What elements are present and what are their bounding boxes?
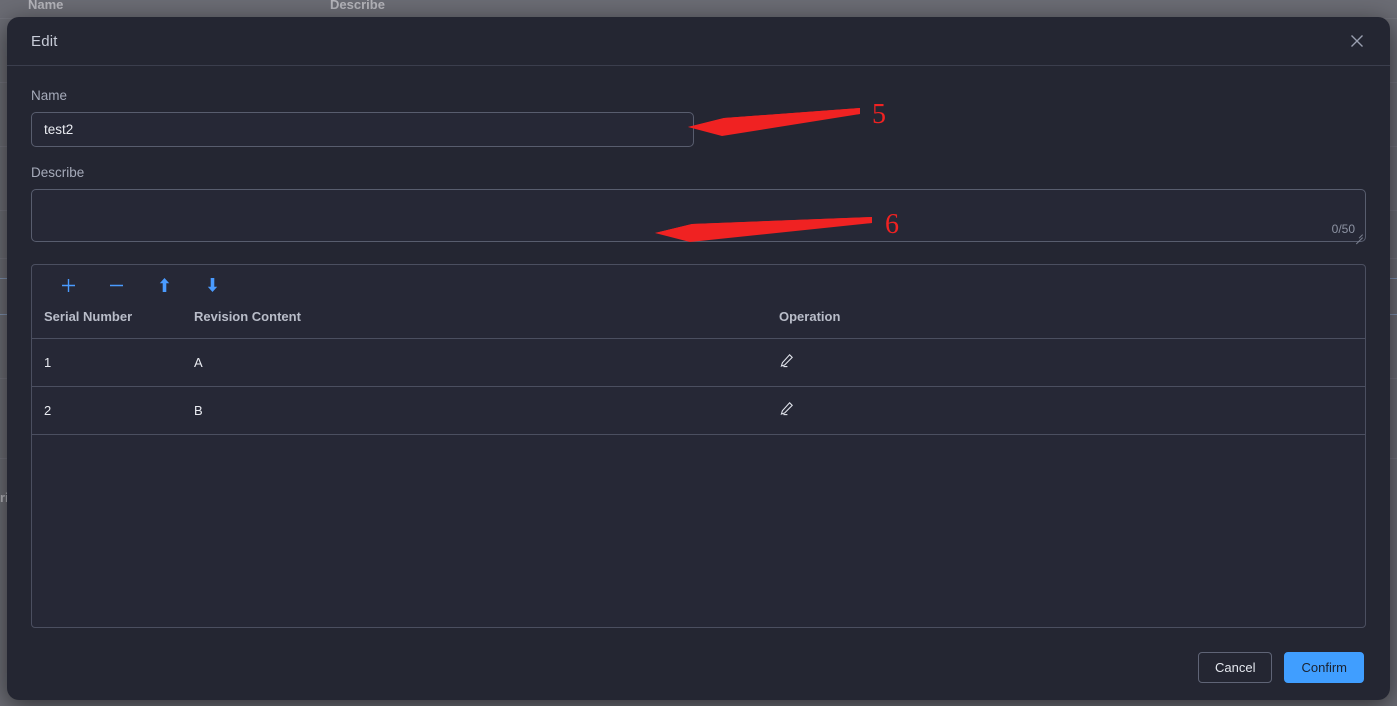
revision-table-panel: Serial Number Revision Content Operation… (31, 264, 1366, 628)
confirm-button[interactable]: Confirm (1284, 651, 1364, 683)
column-header-operation: Operation (779, 305, 1365, 339)
add-row-button[interactable] (44, 270, 92, 300)
pencil-icon[interactable] (779, 353, 795, 369)
move-down-button[interactable] (188, 270, 236, 300)
describe-field-label: Describe (31, 165, 85, 180)
cell-revision-content: A (194, 338, 779, 387)
revision-table: Serial Number Revision Content Operation… (32, 305, 1365, 435)
cell-serial-number: 2 (32, 386, 194, 435)
close-icon[interactable] (1346, 30, 1368, 52)
cell-revision-content: B (194, 386, 779, 435)
describe-char-counter: 0/50 (1331, 222, 1355, 236)
edit-dialog: Edit Name test2 Describe 0/50 Serial Num… (7, 17, 1390, 700)
cancel-button[interactable]: Cancel (1198, 651, 1273, 683)
cell-serial-number: 1 (32, 338, 194, 387)
describe-field-group: Describe 0/50 (31, 165, 1366, 242)
column-header-revision-content: Revision Content (194, 305, 779, 339)
move-up-button[interactable] (140, 270, 188, 300)
dialog-footer: Cancel Confirm (7, 634, 1390, 700)
describe-textarea[interactable]: 0/50 (31, 189, 1366, 242)
name-input[interactable]: test2 (31, 112, 694, 147)
name-field-label: Name (31, 88, 68, 103)
table-header-row: Serial Number Revision Content Operation (32, 305, 1365, 339)
cell-operation (779, 338, 1365, 387)
dialog-body: Name test2 Describe 0/50 Serial Number R… (7, 66, 1390, 634)
column-header-serial-number: Serial Number (32, 305, 194, 339)
cell-operation (779, 386, 1365, 435)
dialog-title: Edit (31, 32, 58, 50)
table-row[interactable]: 2 B (32, 386, 1365, 435)
pencil-icon[interactable] (779, 401, 795, 417)
table-row[interactable]: 1 A (32, 338, 1365, 387)
table-toolbar (32, 265, 1365, 305)
remove-row-button[interactable] (92, 270, 140, 300)
dialog-header: Edit (7, 17, 1390, 66)
page-root: Name Describe ri Edit Name test2 (0, 0, 1397, 706)
